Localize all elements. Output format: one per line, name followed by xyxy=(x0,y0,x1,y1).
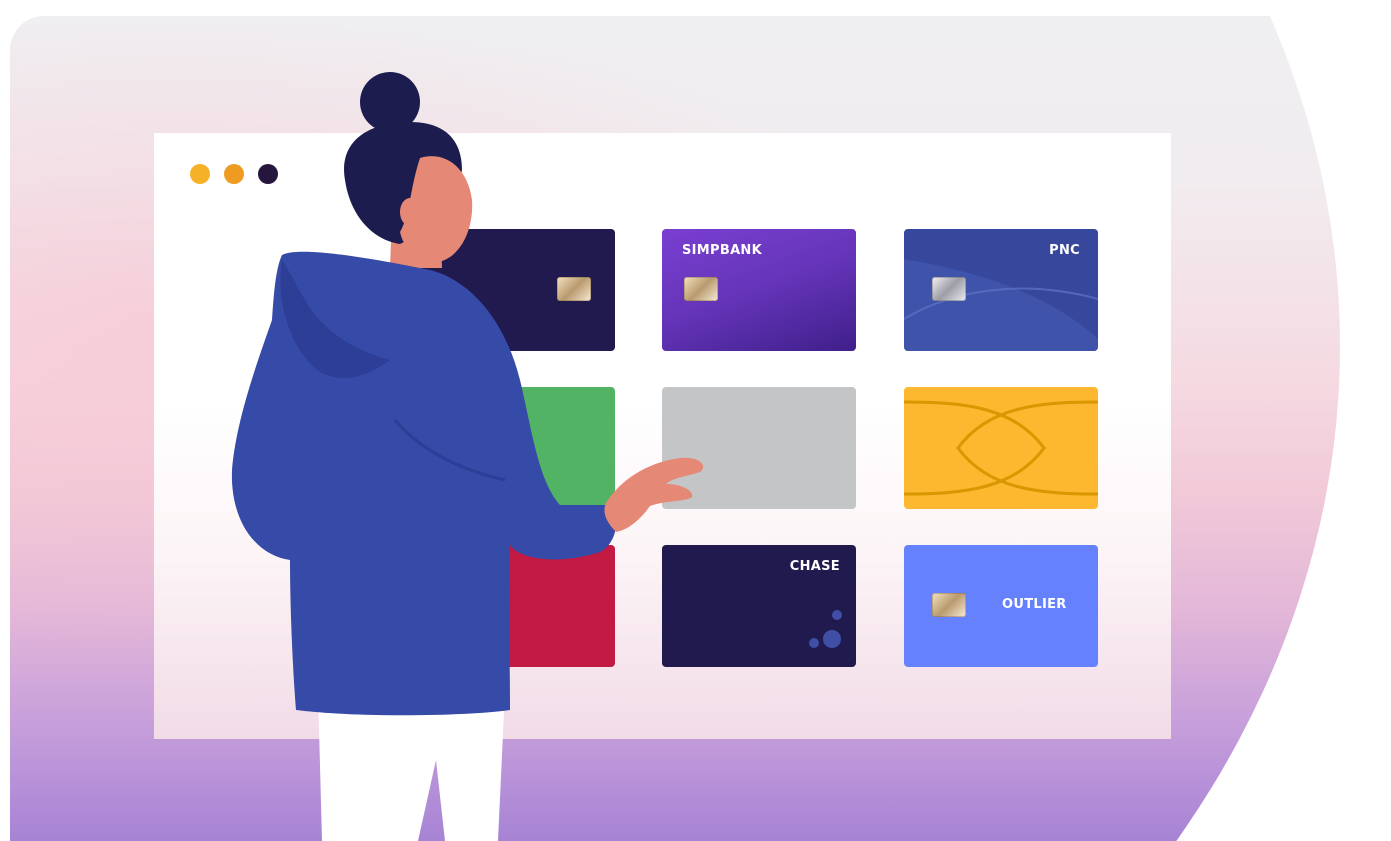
person-hand xyxy=(604,457,704,532)
illustration-stage: SIMPBANK PNC CHASE OUTLIER xyxy=(0,0,1391,841)
person-ear xyxy=(400,198,420,226)
person-illustration xyxy=(231,72,704,841)
